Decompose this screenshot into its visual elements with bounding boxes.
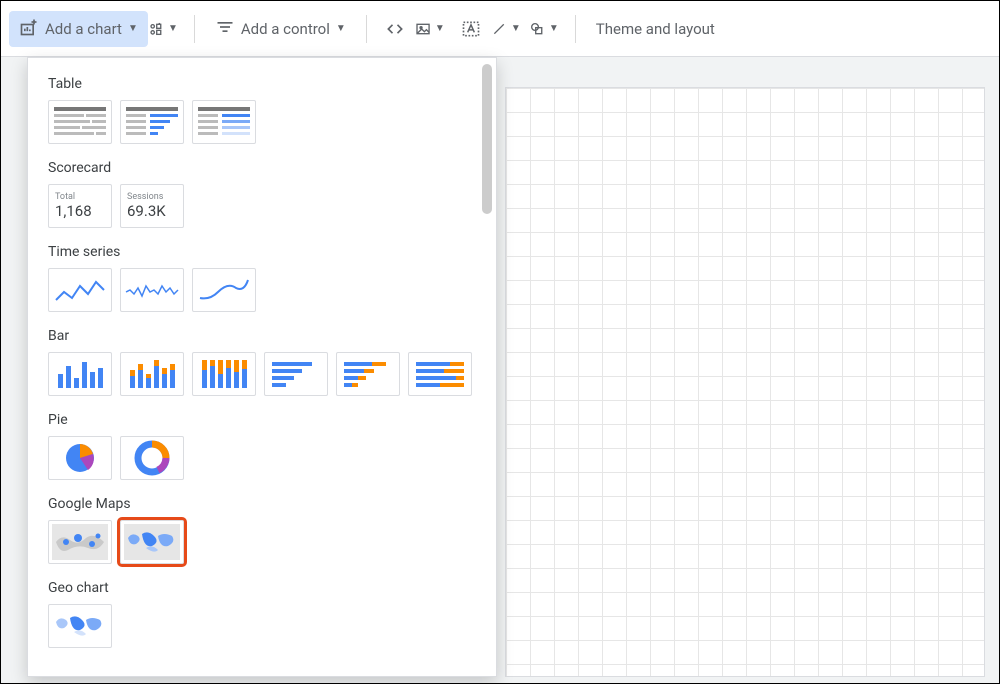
toolbar: Add a chart ▼ ▼ Add a control ▼ [1, 1, 999, 57]
theme-layout-button[interactable]: Theme and layout [586, 11, 725, 47]
chart-100-stacked-column[interactable] [192, 352, 256, 396]
chart-donut[interactable] [120, 436, 184, 480]
chart-column[interactable] [48, 352, 112, 396]
toolbar-divider [194, 15, 195, 43]
section-title-google-maps: Google Maps [48, 496, 476, 512]
chevron-down-icon: ▼ [168, 23, 178, 34]
line-button[interactable]: ▼ [491, 11, 527, 47]
chart-table-heatmap[interactable] [192, 100, 256, 144]
section-title-table: Table [48, 76, 476, 92]
section-title-pie: Pie [48, 412, 476, 428]
section-google-maps: Google Maps [48, 496, 476, 564]
toolbar-divider [366, 15, 367, 43]
chart-stacked-bar[interactable] [336, 352, 400, 396]
add-chart-icon [19, 17, 39, 41]
section-pie: Pie [48, 412, 476, 480]
section-time-series: Time series [48, 244, 476, 312]
url-embed-button[interactable] [377, 11, 413, 47]
chart-scorecard[interactable]: Total 1,168 [48, 184, 112, 228]
shape-button[interactable]: ▼ [529, 11, 565, 47]
section-scorecard: Scorecard Total 1,168 Sessions 69.3K [48, 160, 476, 228]
community-visualizations-button[interactable]: ▼ [148, 11, 184, 47]
add-chart-button[interactable]: Add a chart ▼ [9, 11, 148, 47]
chart-bar[interactable] [264, 352, 328, 396]
chart-table-bars[interactable] [120, 100, 184, 144]
section-title-bar: Bar [48, 328, 476, 344]
chart-google-maps-bubble[interactable] [48, 520, 112, 564]
toolbar-divider [575, 15, 576, 43]
chevron-down-icon: ▼ [549, 23, 559, 34]
chart-table[interactable] [48, 100, 112, 144]
section-table: Table [48, 76, 476, 144]
chart-time-series[interactable] [48, 268, 112, 312]
filter-icon [215, 17, 235, 41]
section-title-scorecard: Scorecard [48, 160, 476, 176]
section-title-geo-chart: Geo chart [48, 580, 476, 596]
add-control-label: Add a control [241, 20, 330, 38]
text-button[interactable] [453, 11, 489, 47]
add-control-button[interactable]: Add a control ▼ [205, 11, 356, 47]
chart-100-stacked-bar[interactable] [408, 352, 472, 396]
chevron-down-icon: ▼ [128, 23, 138, 34]
chart-pie[interactable] [48, 436, 112, 480]
chart-geo[interactable] [48, 604, 112, 648]
chevron-down-icon: ▼ [435, 23, 445, 34]
image-button[interactable]: ▼ [415, 11, 451, 47]
chart-sparkline[interactable] [120, 268, 184, 312]
scorecard-label: Total [55, 192, 75, 202]
insert-tools: ▼ ▼ ▼ [377, 11, 565, 47]
chart-scorecard-compact[interactable]: Sessions 69.3K [120, 184, 184, 228]
report-canvas[interactable] [505, 87, 985, 677]
section-geo-chart: Geo chart [48, 580, 476, 648]
chart-smoothed-time-series[interactable] [192, 268, 256, 312]
section-bar: Bar [48, 328, 476, 396]
chart-stacked-column[interactable] [120, 352, 184, 396]
add-chart-label: Add a chart [45, 20, 122, 38]
scorecard-label: Sessions [127, 192, 163, 202]
scorecard-value: 1,168 [55, 202, 92, 220]
chart-google-maps-filled[interactable] [120, 520, 184, 564]
scrollbar-thumb[interactable] [482, 64, 492, 214]
theme-layout-label: Theme and layout [596, 20, 715, 38]
scorecard-value: 69.3K [127, 202, 166, 220]
section-title-time-series: Time series [48, 244, 476, 260]
chevron-down-icon: ▼ [511, 23, 521, 34]
chevron-down-icon: ▼ [336, 23, 346, 34]
chart-picker-panel: Table [27, 57, 497, 677]
